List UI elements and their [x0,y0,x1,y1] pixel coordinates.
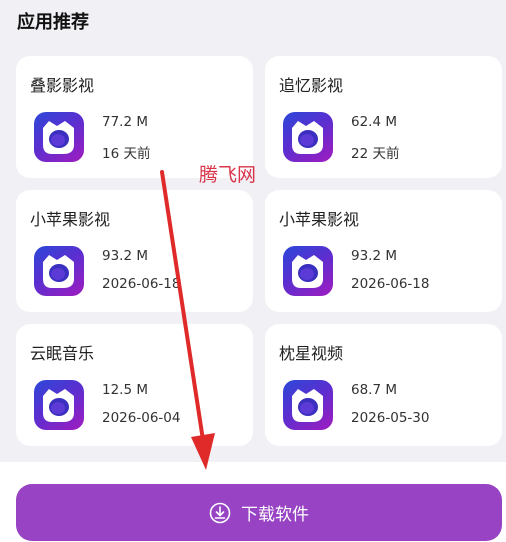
app-name: 叠影影视 [30,76,95,95]
app-name: 追忆影视 [279,76,344,95]
app-name: 云眠音乐 [30,344,95,363]
app-card[interactable]: 追忆影视 62.4 M 22 天前 [265,56,502,178]
app-icon [34,246,84,296]
app-size: 93.2 M [351,248,397,264]
app-name: 枕星视频 [279,344,344,363]
app-date: 16 天前 [102,146,151,162]
app-date: 2026-05-30 [351,410,430,426]
app-size: 62.4 M [351,114,397,130]
app-size: 68.7 M [351,382,397,398]
app-date: 2026-06-04 [102,410,181,426]
app-date: 2026-06-18 [351,276,430,292]
app-date: 22 天前 [351,146,400,162]
app-icon [34,380,84,430]
download-button[interactable]: 下载软件 [16,484,502,541]
app-date: 2026-06-18 [102,276,181,292]
app-card[interactable]: 枕星视频 68.7 M 2026-05-30 [265,324,502,446]
download-icon [209,502,231,524]
app-size: 12.5 M [102,382,148,398]
app-name: 小苹果影视 [30,210,111,229]
watermark-text: 腾飞网 [199,164,257,186]
app-icon [283,246,333,296]
section-title: 应用推荐 [17,12,89,33]
download-label: 下载软件 [241,505,309,525]
app-card[interactable]: 小苹果影视 93.2 M 2026-06-18 [16,190,253,312]
app-size: 77.2 M [102,114,148,130]
app-card[interactable]: 云眠音乐 12.5 M 2026-06-04 [16,324,253,446]
app-icon [283,112,333,162]
app-name: 小苹果影视 [279,210,360,229]
app-icon [283,380,333,430]
app-card[interactable]: 小苹果影视 93.2 M 2026-06-18 [265,190,502,312]
app-size: 93.2 M [102,248,148,264]
app-icon [34,112,84,162]
